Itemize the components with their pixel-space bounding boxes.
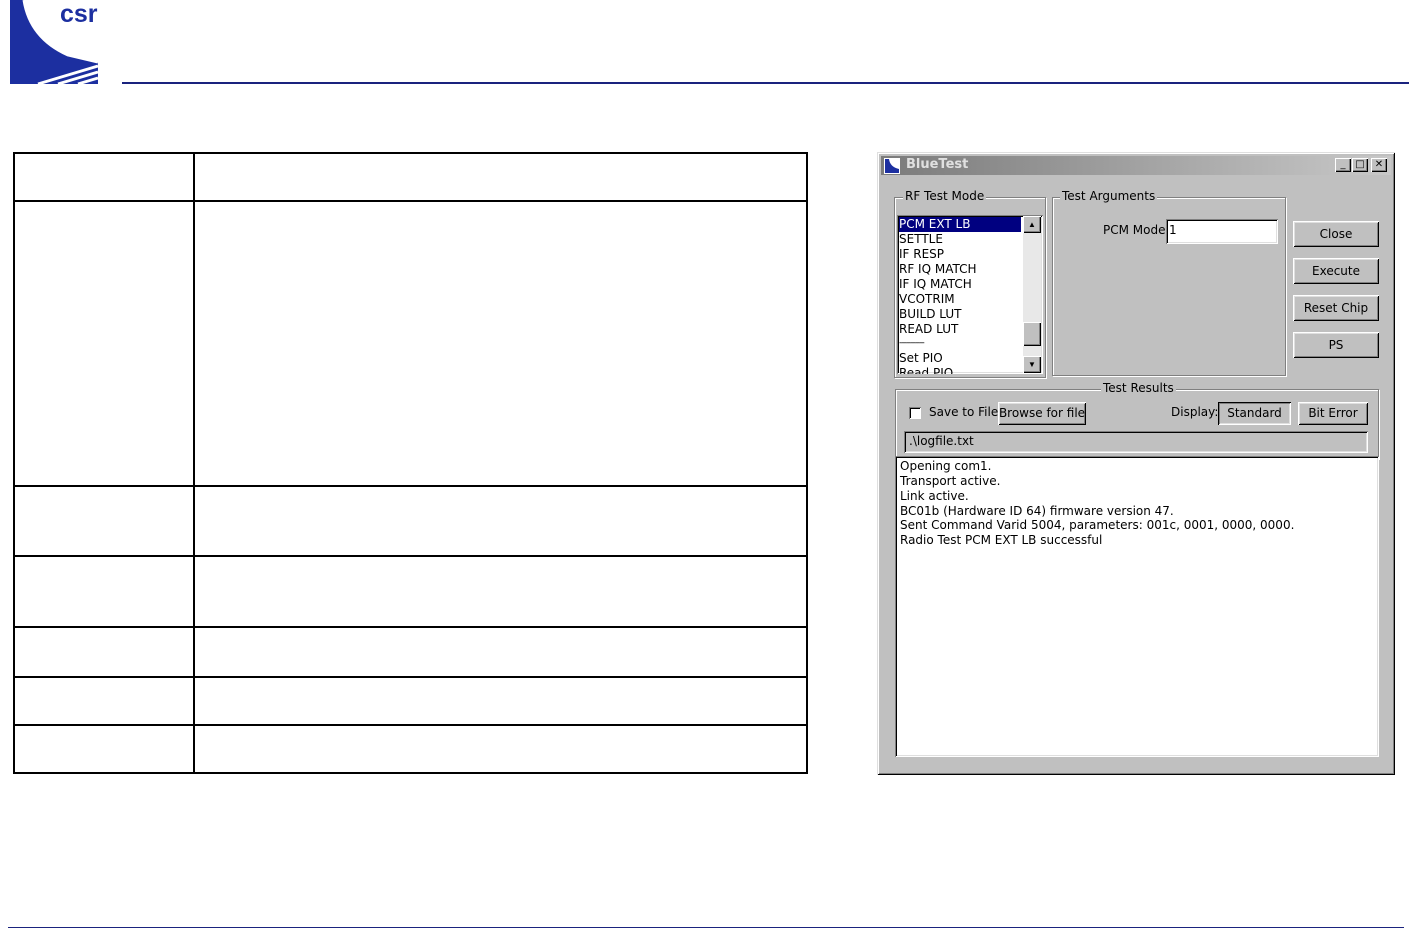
scroll-thumb[interactable]: [1023, 322, 1041, 346]
reset-chip-button[interactable]: Reset Chip: [1293, 295, 1379, 321]
bluetooth-app-icon: [884, 158, 900, 174]
display-standard-button[interactable]: Standard: [1218, 402, 1291, 425]
list-item[interactable]: SETTLE: [899, 232, 943, 247]
document-table: [13, 152, 808, 774]
table-cell: [13, 200, 195, 487]
log-line: BC01b (Hardware ID 64) firmware version …: [900, 504, 1174, 518]
save-to-file-label: Save to File: [929, 405, 999, 419]
scroll-up-icon[interactable]: ▲: [1023, 216, 1041, 233]
pcm-mode-value: 1: [1169, 223, 1177, 237]
list-separator[interactable]: -----------: [899, 336, 925, 351]
table-row: [13, 152, 808, 202]
log-file-path: .\logfile.txt: [909, 434, 974, 448]
display-bit-error-button[interactable]: Bit Error: [1298, 402, 1368, 425]
list-scrollbar[interactable]: ▲ ▼: [1023, 216, 1041, 373]
table-cell: [13, 152, 195, 202]
ps-button[interactable]: PS: [1293, 332, 1379, 358]
table-cell: [13, 485, 195, 557]
browse-for-file-button[interactable]: Browse for file: [998, 402, 1086, 425]
table-row: [13, 555, 808, 628]
log-line: Link active.: [900, 489, 969, 503]
table-row: [13, 200, 808, 487]
rf-test-mode-label: RF Test Mode: [903, 189, 987, 203]
table-row: [13, 485, 808, 557]
execute-button[interactable]: Execute: [1293, 258, 1379, 284]
list-item[interactable]: IF IQ MATCH: [899, 277, 972, 292]
table-cell: [193, 485, 808, 557]
list-item[interactable]: Read PIO: [899, 366, 953, 374]
table-cell: [193, 724, 808, 774]
table-cell: [13, 724, 195, 774]
table-cell: [193, 676, 808, 726]
close-icon[interactable]: ✕: [1371, 158, 1387, 172]
rf-test-mode-list[interactable]: PCM EXT LB SETTLE IF RESP RF IQ MATCH IF…: [897, 215, 1043, 374]
header-rule: [122, 82, 1409, 84]
close-button[interactable]: Close: [1293, 221, 1379, 247]
window-title: BlueTest: [906, 157, 969, 172]
test-arguments-label: Test Arguments: [1060, 189, 1158, 203]
log-line: Transport active.: [900, 474, 1001, 488]
maximize-icon[interactable]: □: [1352, 158, 1368, 172]
title-bar[interactable]: BlueTest _ □ ✕: [881, 156, 1391, 175]
list-item[interactable]: Set PIO: [899, 351, 943, 366]
table-cell: [193, 152, 808, 202]
table-row: [13, 676, 808, 726]
list-item[interactable]: READ LUT: [899, 322, 958, 337]
log-line: Radio Test PCM EXT LB successful: [900, 533, 1103, 547]
footer-rule: [8, 927, 1404, 928]
table-cell: [13, 676, 195, 726]
table-cell: [13, 555, 195, 628]
table-row: [13, 626, 808, 678]
table-cell: [13, 626, 195, 678]
list-item[interactable]: RF IQ MATCH: [899, 262, 977, 277]
list-item[interactable]: VCOTRIM: [899, 292, 955, 307]
display-label: Display:: [1171, 405, 1219, 419]
list-item[interactable]: BUILD LUT: [899, 307, 962, 322]
list-item[interactable]: PCM EXT LB: [899, 217, 1021, 232]
logo-text: csr: [60, 0, 98, 28]
log-file-path-field[interactable]: .\logfile.txt: [904, 431, 1368, 453]
scroll-down-icon[interactable]: ▼: [1023, 356, 1041, 373]
list-item[interactable]: IF RESP: [899, 247, 944, 262]
table-cell: [193, 200, 808, 487]
pcm-mode-input[interactable]: 1: [1166, 219, 1278, 244]
minimize-icon[interactable]: _: [1335, 158, 1351, 172]
table-row: [13, 724, 808, 774]
test-results-label: Test Results: [1101, 381, 1176, 395]
table-cell: [193, 555, 808, 628]
log-line: Opening com1.: [900, 459, 992, 473]
csr-logo: csr: [8, 0, 100, 88]
log-line: Sent Command Varid 5004, parameters: 001…: [900, 518, 1295, 532]
table-cell: [193, 626, 808, 678]
save-to-file-checkbox[interactable]: [909, 407, 921, 419]
pcm-mode-label: PCM Mode: [1103, 223, 1166, 237]
